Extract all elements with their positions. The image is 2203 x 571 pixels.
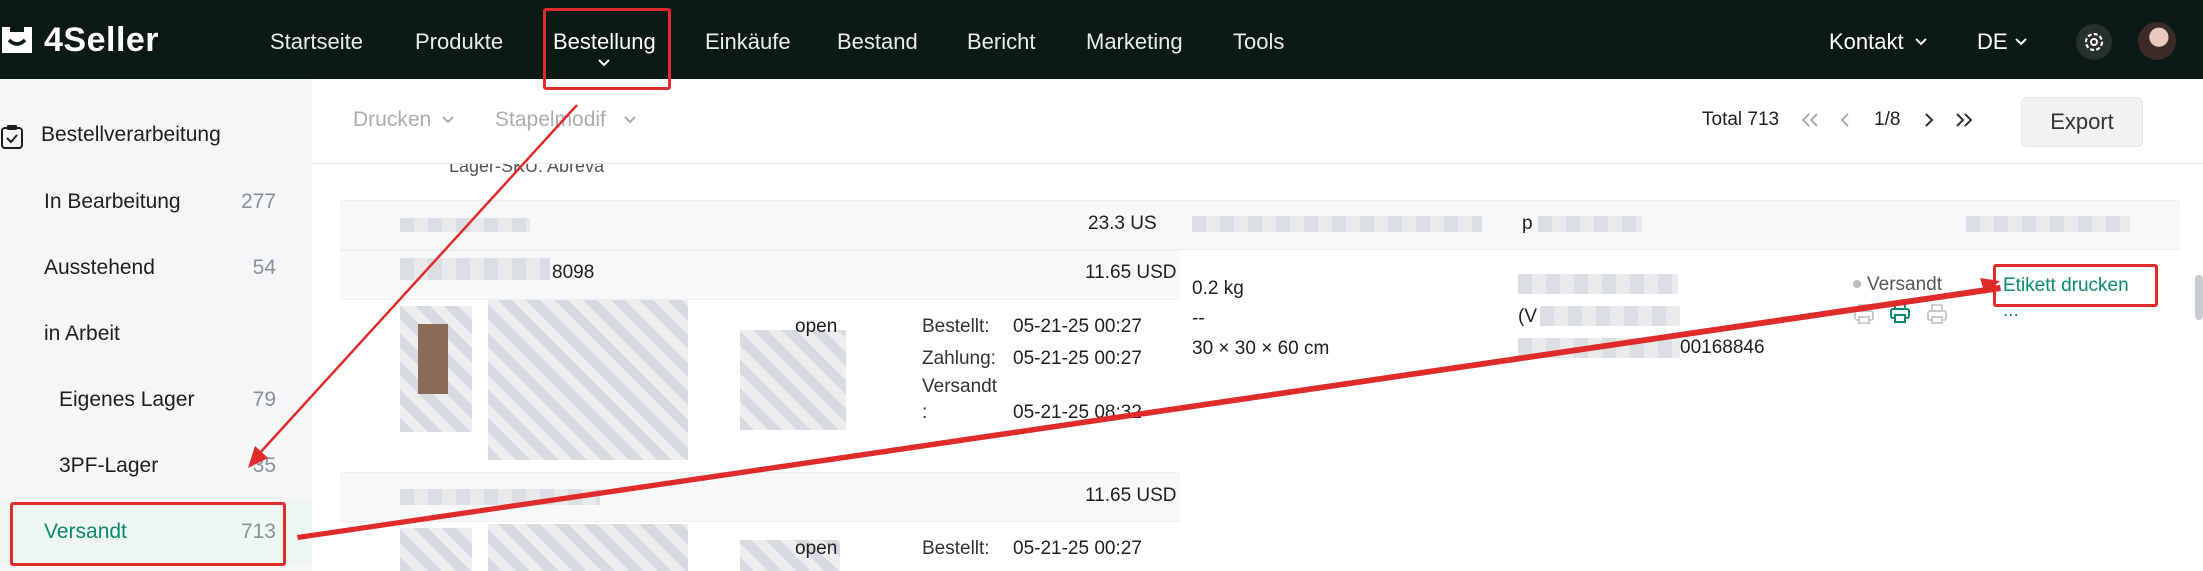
annotation-arrow-line <box>297 285 2001 540</box>
annotation-arrows <box>248 104 2001 540</box>
annotation-arrowhead <box>248 446 268 468</box>
annotation-arrow-line <box>257 104 578 456</box>
